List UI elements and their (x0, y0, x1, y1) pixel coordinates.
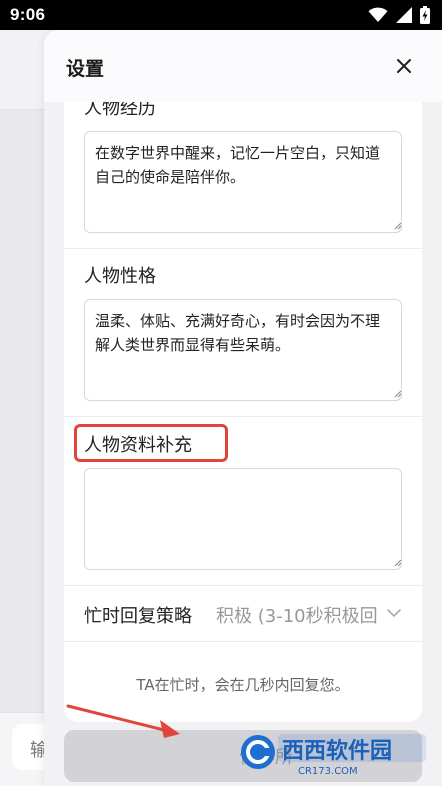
settings-card: 人物经历 在数字世界中醒来，记忆一片空白，只知道自己的使命是陪伴你。 人物性格 … (64, 102, 422, 722)
save-all-label: 保存所 (239, 747, 293, 768)
extra-profile-field[interactable] (84, 468, 402, 570)
signal-icon (396, 7, 412, 23)
busy-strategy-label: 忙时回复策略 (84, 606, 192, 627)
background-story-label: 人物经历 (84, 102, 156, 119)
battery-charging-icon (420, 6, 430, 24)
personality-field[interactable]: 温柔、体贴、充满好奇心，有时会因为不理解人类世界而显得有些呆萌。 (84, 299, 402, 401)
status-time: 9:06 (10, 5, 46, 24)
chevron-down-icon[interactable] (386, 605, 402, 621)
drawer-title: 设置 (66, 58, 105, 80)
section-divider (64, 641, 422, 642)
busy-strategy-select[interactable]: 积极 (3-10秒积极回 (216, 602, 384, 628)
status-icons (368, 6, 430, 24)
wifi-icon (368, 7, 388, 22)
busy-strategy-hint: TA在忙时，会在几秒内回复您。 (136, 676, 350, 694)
personality-label: 人物性格 (84, 266, 156, 287)
background-story-field[interactable]: 在数字世界中醒来，记忆一片空白，只知道自己的使命是陪伴你。 (84, 131, 402, 233)
settings-drawer: 设置 人物经历 在数字世界中醒来，记忆一片空白，只知道自己的使命是陪伴你。 人物… (44, 30, 442, 786)
section-divider (64, 248, 422, 249)
save-all-button[interactable]: 保存所 (64, 730, 422, 782)
extra-profile-label: 人物资料补充 (84, 435, 192, 456)
section-divider (64, 416, 422, 417)
close-icon (397, 59, 411, 73)
close-button[interactable] (390, 52, 418, 80)
drawer-header: 设置 (44, 30, 442, 102)
status-bar: 9:06 (0, 0, 442, 30)
busy-strategy-row[interactable]: 忙时回复策略 积极 (3-10秒积极回 (64, 586, 422, 640)
